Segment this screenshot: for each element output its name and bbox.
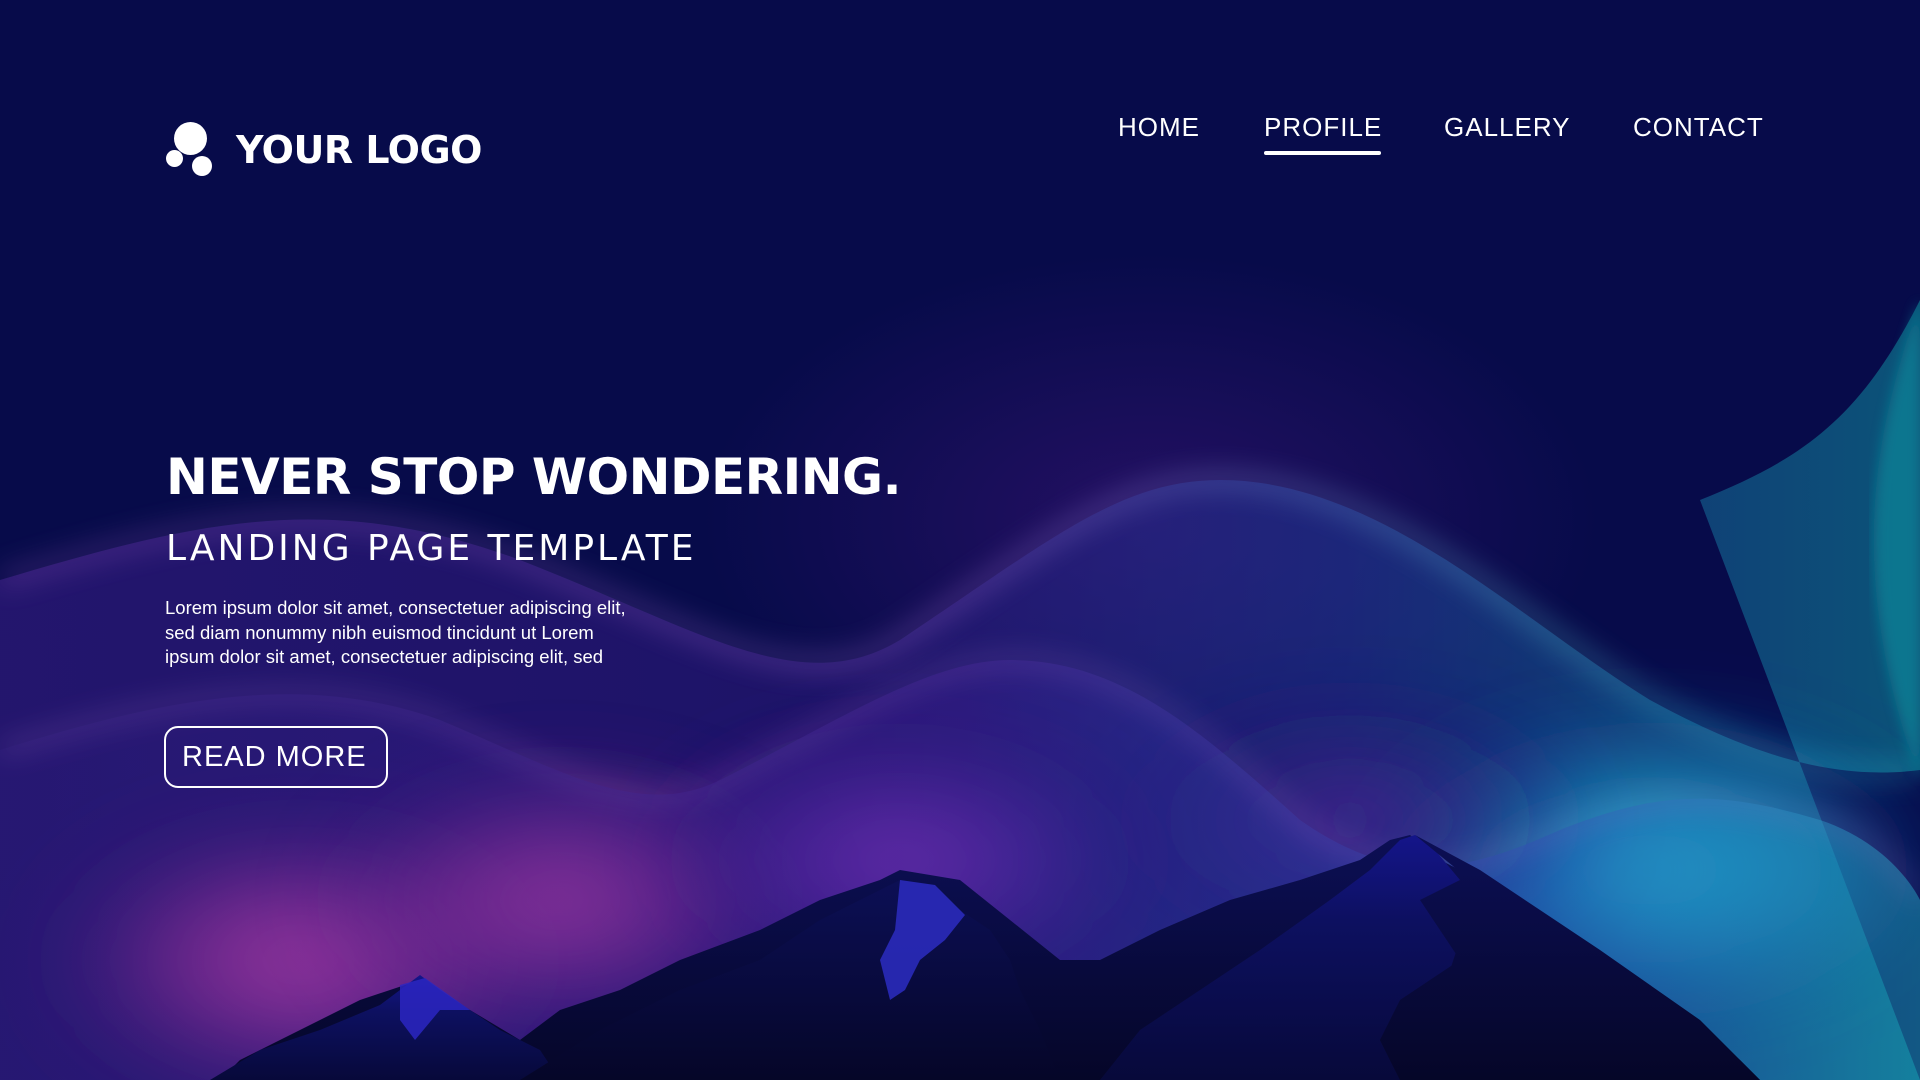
active-nav-underline [1264,151,1381,155]
three-dots-logo-icon [166,122,216,178]
hero-description-line: ipsum dolor sit amet, consectetuer adipi… [165,646,604,667]
hero-description: Lorem ipsum dolor sit amet, consectetuer… [165,596,725,670]
nav-item-profile[interactable]: PROFILE [1264,112,1382,143]
nav-item-home[interactable]: HOME [1118,112,1200,143]
nav-item-gallery[interactable]: GALLERY [1444,112,1570,143]
read-more-button[interactable]: READ MORE [164,726,388,788]
hero-subtitle: LANDING PAGE TEMPLATE [166,528,697,569]
logo-text: YOUR LOGO [236,128,482,172]
landing-page: YOUR LOGO HOME PROFILE GALLERY CONTACT N… [0,0,1920,1080]
hero-description-line: sed diam nonummy nibh euismod tincidunt … [165,621,594,643]
main-nav: HOME PROFILE GALLERY CONTACT [1100,112,1763,160]
logo[interactable]: YOUR LOGO [166,120,482,180]
hero-title: NEVER STOP WONDERING. [166,448,902,506]
hero-description-line: Lorem ipsum dolor sit amet, consectetuer… [165,597,626,618]
nav-item-contact[interactable]: CONTACT [1633,112,1764,143]
